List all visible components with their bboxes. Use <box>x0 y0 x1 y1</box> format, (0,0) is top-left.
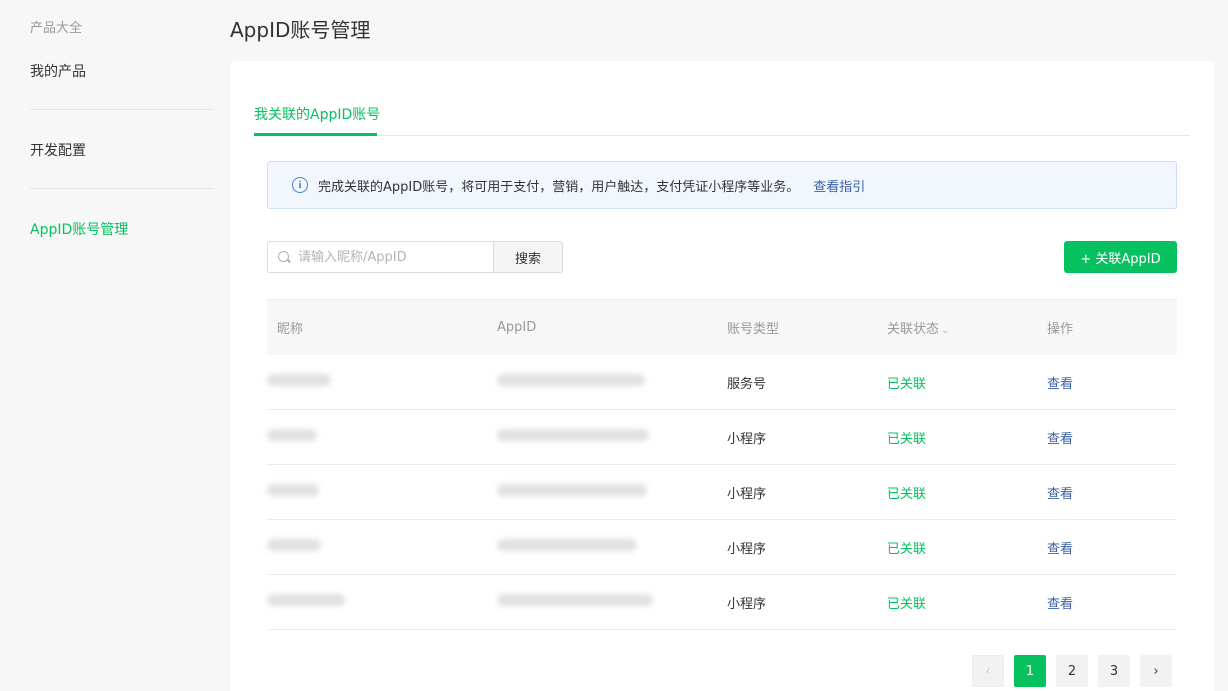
type-cell: 小程序 <box>727 596 767 612</box>
nickname-cell <box>267 484 497 500</box>
info-notice: i 完成关联的AppID账号，将可用于支付，营销，用户触达，支付凭证小程序等业务… <box>267 161 1177 209</box>
sidebar-heading: 产品大全 <box>30 21 83 36</box>
table-row: 小程序 已关联 查看 <box>267 520 1177 575</box>
view-link[interactable]: 查看 <box>1047 538 1177 557</box>
col-header-appid: AppID <box>497 320 537 335</box>
sidebar-divider <box>30 188 214 189</box>
nickname-cell <box>267 429 497 445</box>
status-cell: 已关联 <box>887 376 927 392</box>
redacted-nickname <box>267 594 345 606</box>
nickname-cell <box>267 374 497 390</box>
appid-table: 昵称 AppID 账号类型 关联状态 ⌄ 操作 服务号 已关联 查看 小程序 已关… <box>267 299 1177 630</box>
type-cell: 小程序 <box>727 431 767 447</box>
redacted-nickname <box>267 429 317 441</box>
page-3-button[interactable]: 3 <box>1098 655 1130 687</box>
type-cell: 小程序 <box>727 486 767 502</box>
next-page-button[interactable]: › <box>1140 655 1172 687</box>
redacted-appid <box>497 374 645 386</box>
page-2-button[interactable]: 2 <box>1056 655 1088 687</box>
view-link[interactable]: 查看 <box>1047 373 1177 392</box>
tab-active-indicator <box>254 133 377 136</box>
search-box <box>267 241 494 273</box>
prev-page-button[interactable]: ‹ <box>972 655 1004 687</box>
redacted-nickname <box>267 539 321 551</box>
sidebar-item-my-products[interactable]: 我的产品 <box>30 61 86 81</box>
chevron-down-icon: ⌄ <box>941 325 950 336</box>
appid-cell <box>497 374 727 390</box>
status-cell: 已关联 <box>887 486 927 502</box>
status-cell: 已关联 <box>887 596 927 612</box>
type-cell: 小程序 <box>727 541 767 557</box>
col-header-status-label: 关联状态 <box>887 322 940 337</box>
view-link[interactable]: 查看 <box>1047 483 1177 502</box>
table-header: 昵称 AppID 账号类型 关联状态 ⌄ 操作 <box>267 299 1177 355</box>
tab-linked-appid[interactable]: 我关联的AppID账号 <box>254 104 380 135</box>
redacted-nickname <box>267 374 331 386</box>
redacted-nickname <box>267 484 319 496</box>
view-link[interactable]: 查看 <box>1047 428 1177 447</box>
col-header-type: 账号类型 <box>727 322 780 337</box>
view-guide-link[interactable]: 查看指引 <box>813 176 865 195</box>
table-row: 小程序 已关联 查看 <box>267 410 1177 465</box>
appid-cell <box>497 594 727 610</box>
status-cell: 已关联 <box>887 541 927 557</box>
view-link[interactable]: 查看 <box>1047 593 1177 612</box>
table-row: 服务号 已关联 查看 <box>267 355 1177 410</box>
nickname-cell <box>267 539 497 555</box>
page-title: AppID账号管理 <box>230 18 371 42</box>
sidebar: 产品大全 我的产品 开发配置 AppID账号管理 <box>0 0 230 691</box>
type-cell: 服务号 <box>727 376 767 392</box>
tab-label: 我关联的AppID账号 <box>254 107 381 123</box>
col-header-action: 操作 <box>1047 322 1074 337</box>
notice-text: 完成关联的AppID账号，将可用于支付，营销，用户触达，支付凭证小程序等业务。 <box>318 179 800 195</box>
search-button[interactable]: 搜索 <box>493 241 563 273</box>
appid-cell <box>497 429 727 445</box>
add-appid-button[interactable]: + 关联AppID <box>1064 241 1177 273</box>
sidebar-item-dev-config[interactable]: 开发配置 <box>30 140 86 160</box>
tab-bar: 我关联的AppID账号 <box>254 61 1190 136</box>
redacted-appid <box>497 429 649 441</box>
status-cell: 已关联 <box>887 431 927 447</box>
appid-cell <box>497 539 727 555</box>
sidebar-divider <box>30 109 214 110</box>
redacted-appid <box>497 484 647 496</box>
table-row: 小程序 已关联 查看 <box>267 575 1177 630</box>
col-header-status[interactable]: 关联状态 ⌄ <box>887 318 1047 337</box>
nickname-cell <box>267 594 497 610</box>
table-row: 小程序 已关联 查看 <box>267 465 1177 520</box>
search-input[interactable] <box>298 249 478 265</box>
appid-cell <box>497 484 727 500</box>
redacted-appid <box>497 594 653 606</box>
redacted-appid <box>497 539 637 551</box>
main-card: 我关联的AppID账号 i 完成关联的AppID账号，将可用于支付，营销，用户触… <box>230 61 1214 691</box>
search-icon <box>278 251 290 263</box>
col-header-nickname: 昵称 <box>277 322 304 337</box>
page-1-button[interactable]: 1 <box>1014 655 1046 687</box>
info-icon: i <box>292 177 308 193</box>
sidebar-item-appid-management[interactable]: AppID账号管理 <box>30 219 128 239</box>
